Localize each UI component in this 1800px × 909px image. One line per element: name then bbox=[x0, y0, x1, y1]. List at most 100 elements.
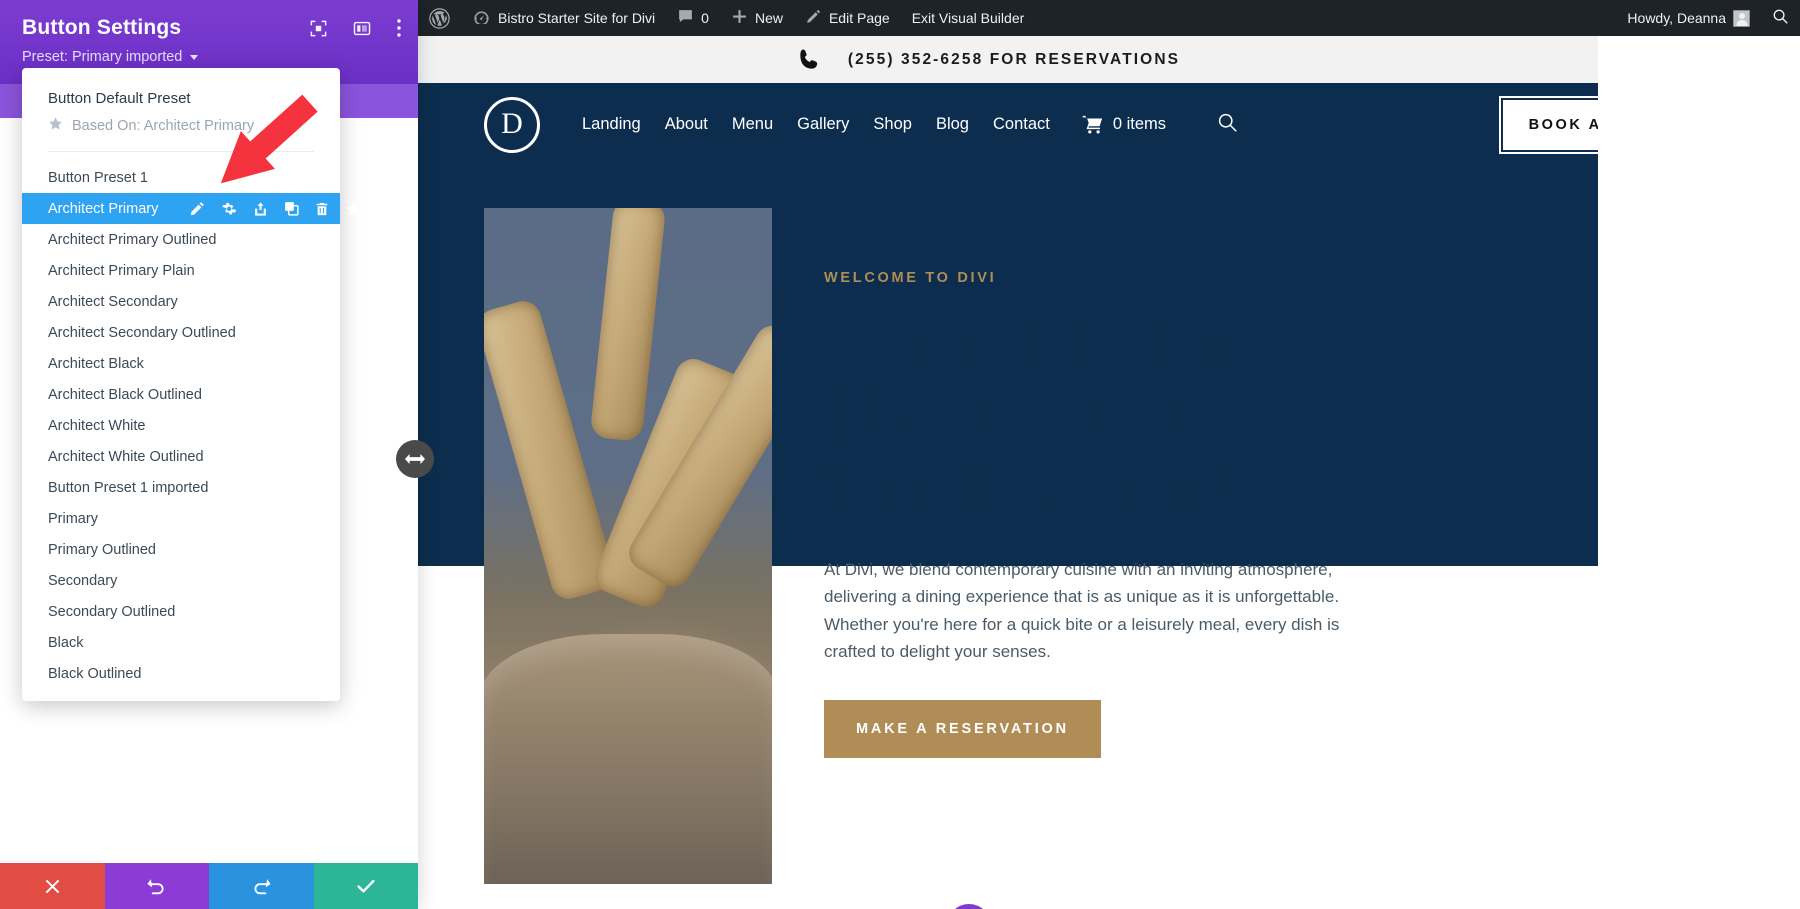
list-item[interactable]: Secondary bbox=[22, 565, 340, 596]
preset-dropdown[interactable]: Button Default Preset Based On: Architec… bbox=[22, 68, 361, 701]
site-topbar: (255) 352-6258 FOR RESERVATIONS bbox=[418, 36, 1598, 83]
pencil-icon bbox=[805, 8, 822, 28]
preset-selector[interactable]: Preset: Primary imported bbox=[22, 49, 398, 65]
nav-link-menu[interactable]: Menu bbox=[732, 115, 773, 134]
undo-button[interactable] bbox=[104, 863, 209, 909]
list-item-selected[interactable]: Architect Primary bbox=[22, 193, 361, 224]
default-preset-block[interactable]: Button Default Preset Based On: Architec… bbox=[22, 82, 340, 151]
panel-resize-handle[interactable] bbox=[396, 440, 434, 478]
hero-section: WELCOME TO DIVI Where Modern Flavors Mee… bbox=[418, 166, 1598, 909]
avatar bbox=[1733, 9, 1750, 27]
exit-visual-builder-label: Exit Visual Builder bbox=[911, 10, 1025, 26]
focus-frame-icon[interactable] bbox=[309, 19, 328, 43]
based-on-row: Based On: Architect Primary bbox=[48, 116, 314, 149]
gear-icon[interactable] bbox=[221, 201, 237, 217]
hero-eyebrow: WELCOME TO DIVI bbox=[824, 270, 997, 286]
preset-label: Architect Primary Outlined bbox=[48, 231, 217, 248]
preset-row-actions bbox=[190, 201, 361, 217]
kebab-menu-icon[interactable] bbox=[396, 18, 402, 43]
list-item[interactable]: Button Preset 1 imported bbox=[22, 472, 340, 503]
list-item[interactable]: Architect Secondary Outlined bbox=[22, 317, 340, 348]
preset-label: Secondary Outlined bbox=[48, 603, 176, 620]
list-item[interactable]: Architect Black Outlined bbox=[22, 379, 340, 410]
list-item[interactable]: Primary Outlined bbox=[22, 534, 340, 565]
howdy-label: Howdy, Deanna bbox=[1627, 10, 1726, 26]
preset-label: Architect White Outlined bbox=[48, 448, 204, 465]
undo-arrow-icon bbox=[147, 878, 164, 894]
save-button[interactable] bbox=[313, 863, 418, 909]
list-item[interactable]: Architect White Outlined bbox=[22, 441, 340, 472]
preset-label: Black Outlined bbox=[48, 665, 142, 682]
list-item[interactable]: Architect Primary Outlined bbox=[22, 224, 340, 255]
site-name-menu[interactable]: Bistro Starter Site for Divi bbox=[461, 0, 666, 36]
nav-link-about[interactable]: About bbox=[665, 115, 708, 134]
preset-label: Primary bbox=[48, 510, 98, 527]
nav-links: Landing About Menu Gallery Shop Blog Con… bbox=[582, 112, 1238, 138]
based-on-label: Based On: Architect Primary bbox=[72, 117, 255, 134]
edit-page-label: Edit Page bbox=[828, 10, 890, 26]
comments-menu[interactable]: 0 bbox=[666, 0, 720, 36]
list-item[interactable]: Architect Primary Plain bbox=[22, 255, 340, 286]
star-icon bbox=[48, 116, 63, 135]
divi-floating-menu-button[interactable] bbox=[947, 904, 991, 909]
nav-link-landing[interactable]: Landing bbox=[582, 115, 641, 134]
new-content-menu[interactable]: New bbox=[720, 0, 794, 36]
phone-number-text: (255) 352-6258 FOR RESERVATIONS bbox=[847, 50, 1181, 68]
nav-link-contact[interactable]: Contact bbox=[993, 115, 1050, 134]
wordpress-logo-button[interactable] bbox=[418, 0, 461, 36]
list-item[interactable]: Secondary Outlined bbox=[22, 596, 340, 627]
list-item[interactable]: Black bbox=[22, 627, 340, 658]
trash-icon[interactable] bbox=[315, 201, 329, 217]
panel-footer-actions bbox=[0, 863, 418, 909]
cancel-button[interactable] bbox=[0, 863, 105, 909]
duplicate-icon[interactable] bbox=[284, 201, 299, 216]
layout-panel-icon[interactable] bbox=[352, 19, 372, 43]
list-item[interactable]: Button Preset 1 bbox=[22, 162, 340, 193]
exit-visual-builder-link[interactable]: Exit Visual Builder bbox=[901, 0, 1036, 36]
pencil-icon[interactable] bbox=[190, 201, 205, 216]
hero-image bbox=[484, 208, 772, 884]
close-x-icon bbox=[45, 879, 60, 893]
nav-link-blog[interactable]: Blog bbox=[936, 115, 969, 134]
redo-button[interactable] bbox=[209, 863, 314, 909]
comments-count: 0 bbox=[701, 10, 709, 26]
comment-bubble-icon bbox=[677, 8, 694, 28]
list-item[interactable]: Architect White bbox=[22, 410, 340, 441]
preset-label: Architect White bbox=[48, 417, 146, 434]
preset-label: Button Preset 1 imported bbox=[48, 479, 209, 496]
checkmark-icon bbox=[357, 879, 375, 893]
edit-page-link[interactable]: Edit Page bbox=[794, 0, 901, 36]
make-a-reservation-button[interactable]: MAKE A RESERVATION bbox=[822, 697, 1103, 760]
preset-label: Architect Black Outlined bbox=[48, 386, 202, 403]
plus-icon bbox=[731, 8, 748, 28]
preset-label: Architect Secondary Outlined bbox=[48, 324, 236, 341]
site-logo[interactable]: D bbox=[484, 96, 540, 153]
preset-label: Preset: Primary imported bbox=[22, 49, 183, 65]
preview-right-gutter bbox=[1598, 36, 1800, 909]
cart-link[interactable]: 0 items bbox=[1082, 115, 1166, 134]
list-item[interactable]: Primary bbox=[22, 503, 340, 534]
admin-search-button[interactable] bbox=[1761, 0, 1800, 36]
wordpress-admin-bar: Bistro Starter Site for Divi 0 New Edit … bbox=[418, 0, 1800, 36]
new-label: New bbox=[754, 10, 783, 26]
star-icon[interactable] bbox=[345, 201, 361, 217]
nav-link-gallery[interactable]: Gallery bbox=[797, 115, 849, 134]
search-icon[interactable] bbox=[1217, 112, 1238, 138]
site-name-label: Bistro Starter Site for Divi bbox=[498, 10, 656, 26]
preset-label: Button Preset 1 bbox=[48, 169, 148, 186]
my-account-menu[interactable]: Howdy, Deanna bbox=[1616, 0, 1761, 36]
cart-item-count: 0 items bbox=[1112, 115, 1167, 133]
wordpress-logo-icon bbox=[429, 7, 450, 29]
export-icon[interactable] bbox=[253, 201, 268, 217]
preset-label: Secondary bbox=[48, 572, 118, 589]
hero-paragraph: At Divi, we blend contemporary cuisine w… bbox=[824, 559, 1340, 662]
list-item[interactable]: Architect Secondary bbox=[22, 286, 340, 317]
preset-list: Button Preset 1 Architect Primary Archit… bbox=[22, 152, 361, 689]
list-item[interactable]: Architect Black bbox=[22, 348, 340, 379]
default-preset-title: Button Default Preset bbox=[48, 90, 191, 107]
preset-label: Architect Primary Plain bbox=[48, 262, 195, 279]
dashboard-icon bbox=[472, 9, 491, 28]
list-item[interactable]: Black Outlined bbox=[22, 658, 340, 689]
nav-link-shop[interactable]: Shop bbox=[873, 115, 912, 134]
site-preview: (255) 352-6258 FOR RESERVATIONS D Landin… bbox=[418, 36, 1800, 909]
